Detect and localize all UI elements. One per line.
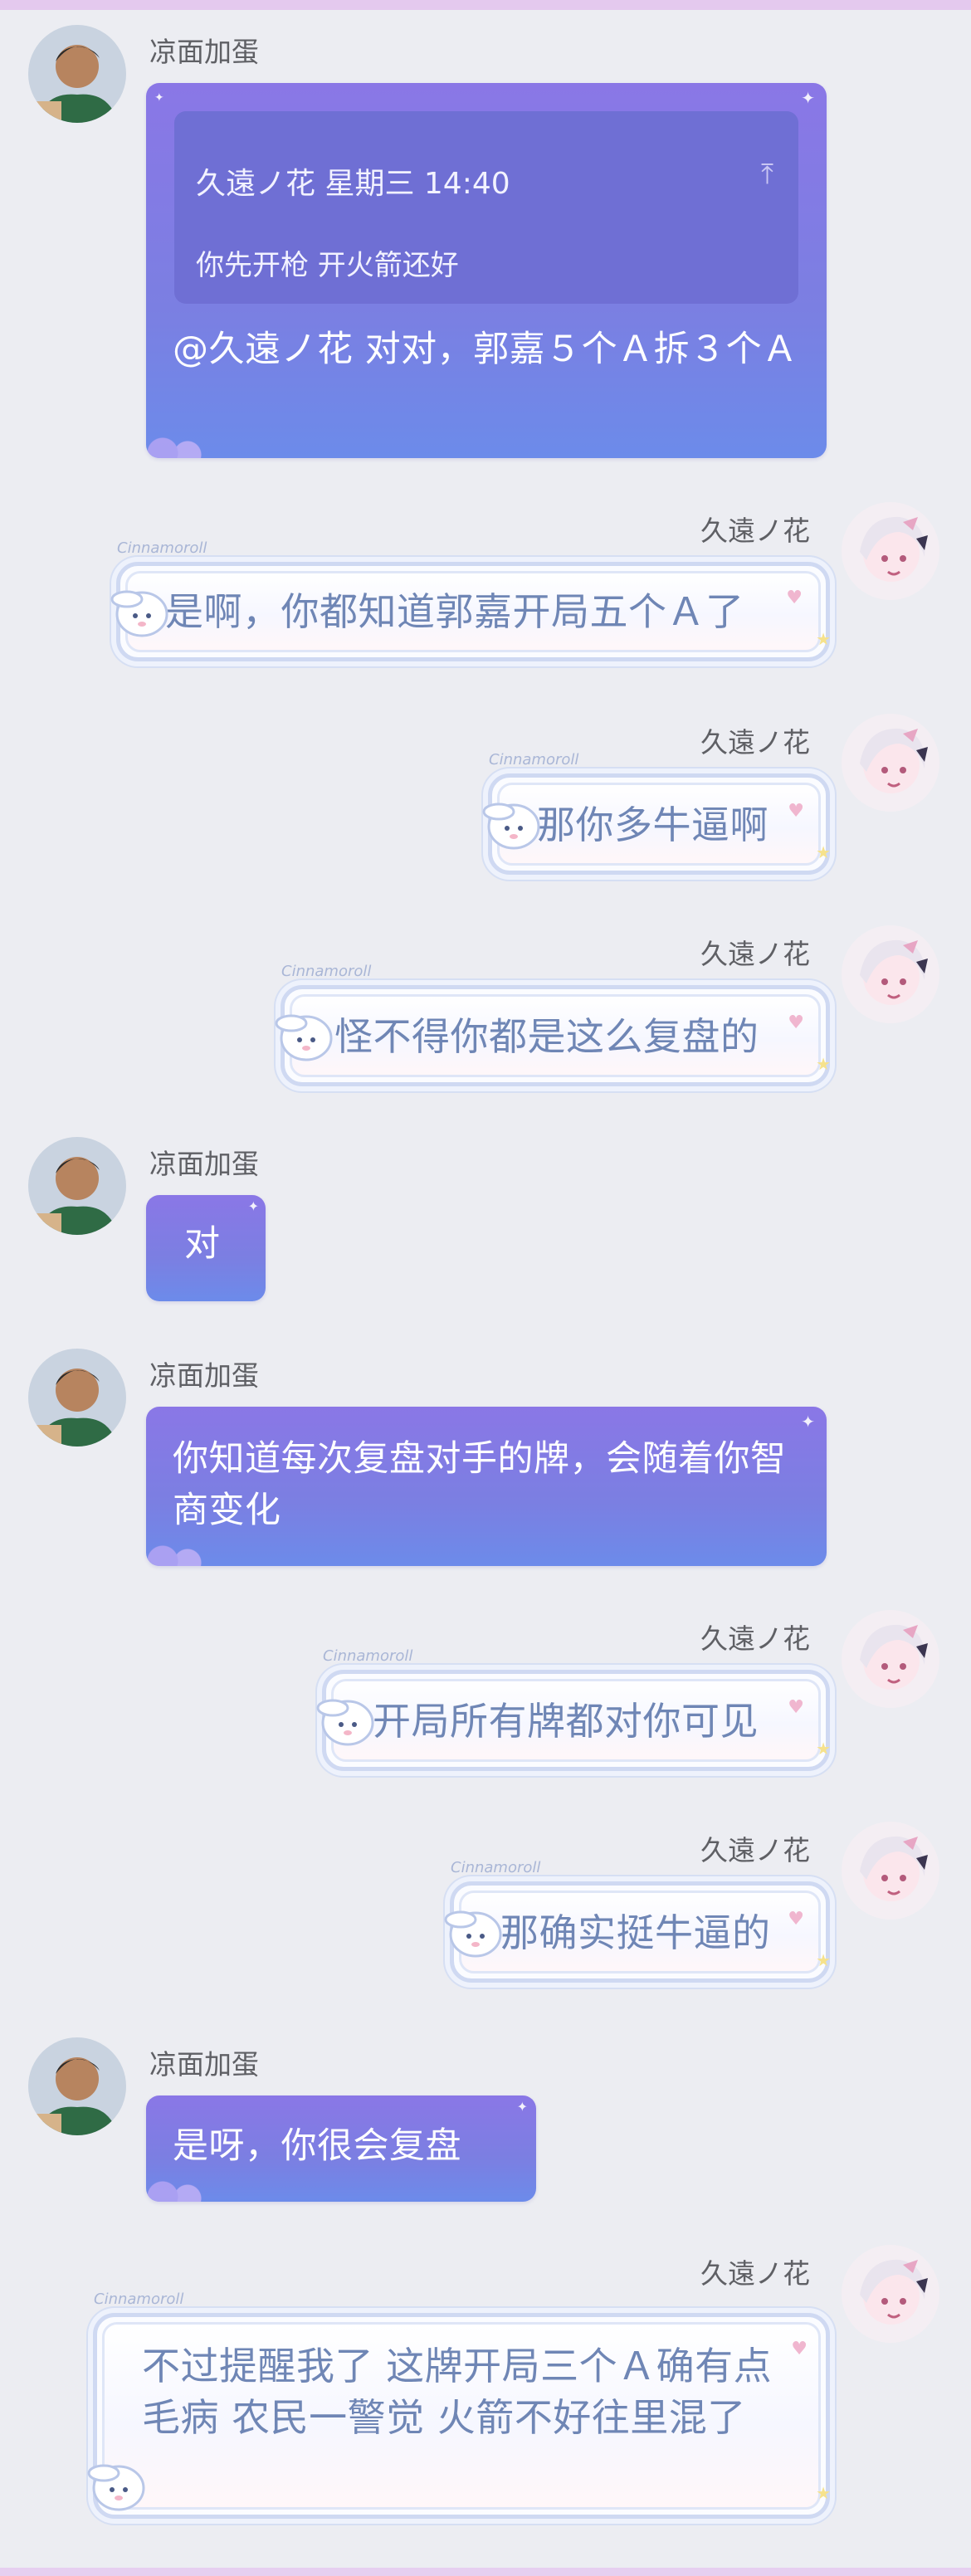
bubble-tag: Cinnamoroll (451, 1859, 541, 1876)
star-icon: ★ (816, 1054, 831, 1074)
message-bubble[interactable]: Cinnamoroll 那确实挺牛逼的 ♥ ★ (444, 1859, 831, 1983)
bubble-tag: Cinnamoroll (323, 1647, 413, 1665)
sender-name: 久遠ノ花 (700, 1834, 810, 1866)
message-text: 怪不得你都是这么复盘的 (334, 1014, 759, 1059)
message-bubble[interactable]: ✦ 是呀，你很会复盘 (146, 2095, 536, 2202)
cloud-decoration (146, 1536, 221, 1566)
quote-text: 你先开枪 开火箭还好 (196, 249, 459, 282)
bottom-strip (0, 2568, 971, 2576)
avatar[interactable] (28, 2037, 126, 2135)
top-status-strip (0, 0, 971, 10)
cinnamoroll-icon (316, 1699, 374, 1746)
avatar[interactable] (842, 502, 939, 600)
sender-name: 久遠ノ花 (700, 515, 810, 547)
message-text: 开局所有牌都对你可见 (373, 1699, 759, 1744)
heart-icon: ♥ (791, 2339, 808, 2359)
message-text: 是啊，你都知道郭嘉开局五个Ａ了 (165, 589, 744, 634)
message-text: 那确实挺牛逼的 (500, 1910, 771, 1955)
heart-icon: ♥ (786, 588, 803, 608)
cinnamoroll-icon (110, 590, 168, 637)
cloud-decoration (146, 428, 221, 458)
message-text: 那你多牛逼啊 (537, 803, 769, 847)
avatar[interactable] (28, 1349, 126, 1447)
cinnamoroll-icon (482, 803, 540, 850)
star-icon: ★ (816, 2483, 831, 2503)
avatar[interactable] (28, 1137, 126, 1235)
avatar[interactable] (28, 25, 126, 123)
cloud-decoration (146, 2172, 221, 2202)
message-text: 你知道每次复盘对手的牌，会随着你智商变化 (173, 1438, 787, 1531)
sparkle-icon: ✦ (154, 91, 164, 105)
avatar[interactable] (842, 714, 939, 812)
avatar[interactable] (842, 1822, 939, 1920)
bubble-tag: Cinnamoroll (489, 751, 579, 768)
sender-name: 凉面加蛋 (149, 1148, 259, 1180)
heart-icon: ♥ (788, 801, 804, 822)
star-icon: ★ (816, 842, 831, 862)
sender-name: 凉面加蛋 (149, 1359, 259, 1392)
sparkle-icon: ✦ (247, 1198, 259, 1214)
heart-icon: ♥ (788, 1012, 804, 1033)
message-bubble[interactable]: ✦ ✦ 久遠ノ花 星期三 14:40 ⤒ 你先开枪 开火箭还好 @久遠ノ花 对对… (146, 83, 827, 458)
sender-name: 久遠ノ花 (700, 2257, 810, 2290)
sender-name: 凉面加蛋 (149, 36, 259, 68)
message-bubble[interactable]: Cinnamoroll 是啊，你都知道郭嘉开局五个Ａ了 ♥ ★ (110, 539, 831, 661)
cinnamoroll-icon (275, 1014, 333, 1061)
cinnamoroll-icon (87, 2464, 145, 2511)
quoted-message[interactable]: 久遠ノ花 星期三 14:40 ⤒ 你先开枪 开火箭还好 (174, 111, 798, 304)
message-text: @久遠ノ花 对对，郭嘉５个Ａ拆３个Ａ (173, 329, 798, 370)
message-bubble[interactable]: Cinnamoroll 那你多牛逼啊 ♥ ★ (482, 751, 831, 875)
avatar[interactable] (842, 2245, 939, 2343)
message-bubble[interactable]: ✦ 你知道每次复盘对手的牌，会随着你智商变化 (146, 1407, 827, 1566)
sender-name: 久遠ノ花 (700, 726, 810, 759)
message-text: 不过提醒我了 这牌开局三个Ａ确有点毛病 农民一警觉 火箭不好往里混了 (142, 2344, 773, 2440)
heart-icon: ♥ (788, 1909, 804, 1930)
star-icon: ★ (816, 629, 831, 649)
bubble-tag: Cinnamoroll (281, 963, 372, 980)
avatar[interactable] (842, 1610, 939, 1708)
avatar[interactable] (842, 925, 939, 1023)
sender-name: 久遠ノ花 (700, 938, 810, 970)
star-icon: ★ (816, 1950, 831, 1970)
arrow-up-to-top-icon[interactable]: ⤒ (761, 158, 773, 191)
bubble-tag: Cinnamoroll (117, 539, 207, 557)
message-bubble[interactable]: ✦ 对 (146, 1195, 266, 1301)
sender-name: 凉面加蛋 (149, 2048, 259, 2081)
message-bubble[interactable]: Cinnamoroll 不过提醒我了 这牌开局三个Ａ确有点毛病 农民一警觉 火箭… (87, 2291, 831, 2519)
cinnamoroll-icon (444, 1910, 502, 1958)
message-bubble[interactable]: Cinnamoroll 开局所有牌都对你可见 ♥ ★ (316, 1647, 831, 1771)
sparkle-icon: ✦ (801, 88, 815, 108)
heart-icon: ♥ (788, 1697, 804, 1718)
quote-header: 久遠ノ花 星期三 14:40 (196, 167, 510, 201)
bubble-tag: Cinnamoroll (94, 2291, 184, 2308)
sparkle-icon: ✦ (801, 1412, 815, 1432)
sparkle-icon: ✦ (516, 2099, 528, 2115)
message-bubble[interactable]: Cinnamoroll 怪不得你都是这么复盘的 ♥ ★ (275, 963, 831, 1086)
sender-name: 久遠ノ花 (700, 1622, 810, 1655)
star-icon: ★ (816, 1739, 831, 1759)
